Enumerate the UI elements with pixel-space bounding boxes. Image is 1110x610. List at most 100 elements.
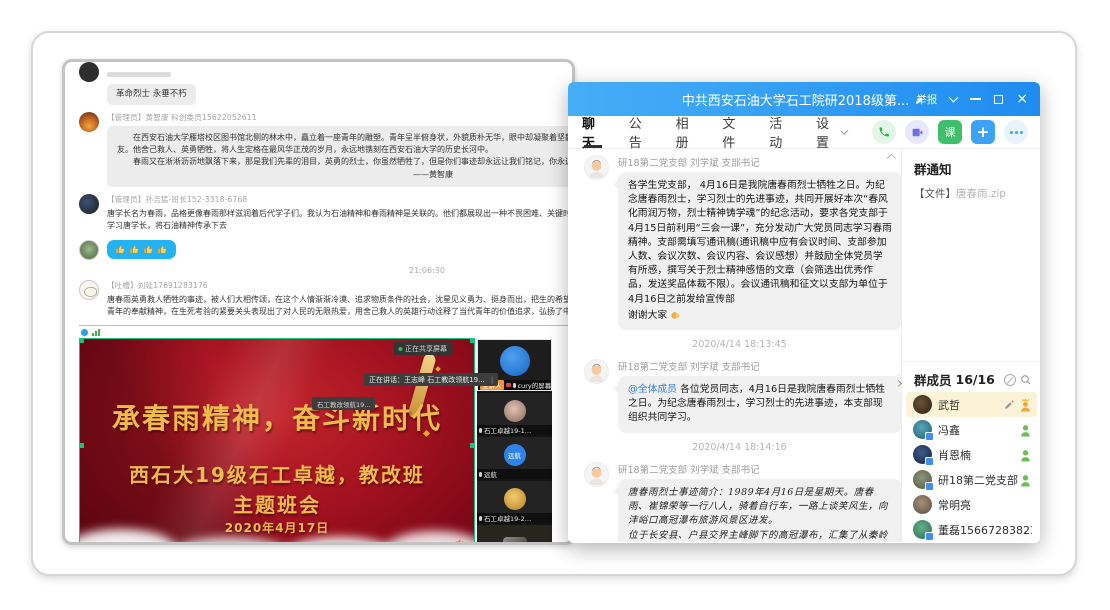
tab-activity[interactable]: 活动 (769, 116, 791, 148)
chat-message-area[interactable]: 研18第二党支部 刘学斌 支部书记 各学生党支部， 4月16日是我院唐春雨烈士牺… (568, 149, 901, 542)
members-label: 群成员 (914, 370, 952, 389)
speaking-tooltip: 正在讲话：王志峰 石工教改领航19... | (364, 373, 498, 386)
message-text: 唐春雨英勇救人牺牲的事迹，被人们大相传颂，在这个人情渐渐冷漠、追求物质条件的社会… (107, 294, 575, 319)
mute-all-icon[interactable] (1004, 374, 1016, 386)
group-notice-title: 群通知 (914, 159, 1032, 178)
speaking-tooltip-text: 正在讲话：王志峰 石工教改领航19... (369, 375, 485, 385)
participant-tile[interactable]: 石工卓越19-2… (477, 481, 552, 523)
speaker-icon (454, 537, 466, 545)
member-name: 肖恩楠 (938, 447, 1019, 463)
thumbs-up-icon (143, 244, 154, 255)
bubble-paragraph: 位于长安县、户县交界主峰脚下的高冠瀑布，汇集了从秦岭深处倾泻而出的股股溪流。在瀑… (628, 529, 892, 542)
group-class-button[interactable]: 课 (938, 120, 962, 144)
tab-files[interactable]: 文件 (722, 116, 744, 148)
avatar[interactable] (79, 240, 99, 260)
left-message-liuyan: 【吐槽】刘延17691283176 唐春雨英勇救人牺牲的事迹，被人们大相传颂，在… (77, 280, 575, 319)
tab-album[interactable]: 相册 (676, 116, 698, 148)
selection-handle (470, 339, 474, 343)
member-name: 研18第二党支部 (938, 472, 1019, 488)
participant-label: cury的屏幕共享 (518, 380, 552, 390)
timestamp: 2020/4/14 18:13:45 (578, 339, 901, 350)
left-chat-screenshot: 革命烈士 永垂不朽 【管理员】黄智康 科创委员15622052611 在西安石油… (62, 59, 575, 545)
new-chat-button[interactable]: + (971, 120, 995, 144)
tab-chat[interactable]: 聊天 (582, 116, 604, 148)
app-dot-icon (81, 329, 88, 336)
avatar[interactable] (79, 112, 99, 132)
illegible-name (107, 72, 171, 77)
participant-avatar (504, 488, 526, 510)
bubble-text: 各学生党支部， 4月16日是我院唐春雨烈士牺牲之日。为纪念唐春雨烈士，学习烈士的… (628, 179, 892, 307)
participant-tile[interactable]: 远航 远航 (477, 437, 552, 479)
speaker-name-text: 石工教改领航19... (317, 399, 370, 409)
member-row[interactable]: 常明亮 (906, 492, 1037, 517)
qq-message-2: 研18第二党支部 刘学斌 支部书记 @全体成员 各位党员同志，4月16日是我院唐… (578, 359, 901, 433)
qq-group-window: 中共西安石油大学石工院研2018级第... 举报 × 聊天 公告 相册 文件 活… (568, 82, 1040, 543)
participant-strip: 主讲人 cury的屏幕共享 石工卓越19-1… 远航 远航 (477, 339, 552, 545)
members-header: 群成员 16/16 (914, 370, 1032, 389)
left-message-huangzhikang: 【管理员】黄智康 科创委员15622052611 在西安石油大学雁塔校区图书馆北… (77, 112, 575, 187)
screen-share-banner: 正在共享屏幕 (393, 342, 452, 355)
screen-share-banner-text: 正在共享屏幕 (405, 344, 447, 354)
left-message-sunjimeng: 【管理员】孙吉猛-班长152-3318-6768 唐学长名为春雨，品格更像春雨那… (77, 194, 575, 233)
shared-slide: 承春雨精神，奋斗新时代 西石大19级石工卓越，教改班 主题班会 2020年4月1… (80, 339, 474, 545)
tab-announcement[interactable]: 公告 (629, 116, 651, 148)
group-sidebar: 群通知 【文件】唐春雨.zip 群成员 16/16 武哲 (901, 149, 1040, 542)
sidebar-divider (902, 361, 1040, 362)
avatar[interactable] (584, 155, 609, 180)
file-label: 【文件】 (914, 188, 956, 200)
chevron-down-icon[interactable] (949, 93, 959, 103)
member-name: 常明亮 (938, 497, 1032, 513)
avatar[interactable] (584, 359, 609, 384)
timestamp: 2020/4/14 18:14:16 (578, 442, 901, 453)
member-row[interactable]: 冯鑫 (906, 417, 1037, 442)
close-button[interactable]: × (1016, 92, 1028, 106)
member-name: 武哲 (938, 397, 1004, 413)
meeting-body: 承春雨精神，奋斗新时代 西石大19级石工卓越，教改班 主题班会 2020年4月1… (80, 339, 575, 545)
avatar[interactable] (79, 194, 99, 214)
participant-label: 石工卓越19-2… (484, 513, 531, 523)
chat-bubble: @全体成员 各位党员同志，4月16日是我院唐春雨烈士牺牲之日。为纪念唐春雨烈士，… (618, 376, 901, 433)
online-member-icon (1019, 423, 1032, 437)
voice-call-button[interactable] (872, 120, 896, 144)
participant-label: 石工卓越19-1… (484, 425, 531, 435)
sender-name: 研18第二党支部 刘学斌 支部书记 (618, 462, 901, 476)
tab-settings[interactable]: 设置 (816, 116, 847, 148)
more-button[interactable] (1004, 120, 1028, 144)
group-tab-bar: 聊天 公告 相册 文件 活动 设置 课 + (568, 116, 1040, 149)
sender-name: 【管理员】黄智康 科创委员15622052611 (107, 112, 575, 123)
member-row[interactable]: 肖恩楠 (906, 442, 1037, 467)
search-icon[interactable] (1020, 374, 1032, 386)
slide-subtitle2: 主题班会 (80, 489, 474, 518)
maximize-button[interactable] (994, 95, 1003, 104)
window-titlebar: 中共西安石油大学石工院研2018级第... 举报 × (568, 82, 1040, 116)
thumbs-up-icon (157, 244, 168, 255)
chat-bubble: 各学生党支部， 4月16日是我院唐春雨烈士牺牲之日。为纪念唐春雨烈士，学习烈士的… (618, 172, 901, 330)
file-name: 唐春雨.zip (956, 188, 1006, 200)
bubble-paragraph: 在西安石油大学雁塔校区图书馆北侧的林木中，矗立着一座青年的雕塑。青年呈半俯身状，… (117, 132, 575, 156)
selection-handle (470, 443, 474, 448)
report-button[interactable]: 举报 (916, 92, 937, 107)
mention-all[interactable]: @全体成员 (628, 384, 677, 395)
member-name: 冯鑫 (938, 422, 1019, 438)
members-count: 16/16 (956, 372, 995, 387)
signal-icon (92, 329, 100, 336)
edit-card-icon[interactable] (1004, 399, 1015, 410)
participant-avatar (504, 400, 526, 422)
avatar[interactable] (79, 280, 99, 300)
member-row[interactable]: 董磊15667283823 (906, 517, 1037, 542)
member-row[interactable]: 研18第二党支部 (906, 467, 1037, 492)
participant-avatar (500, 346, 530, 376)
avatar[interactable] (584, 462, 609, 487)
selection-handle (80, 339, 84, 343)
meeting-titlebar: 11:22 (77, 326, 575, 339)
member-list[interactable]: 武哲 冯鑫 肖恩楠 研18第二党支部 常明亮 董磊15667283823 何晓茹… (906, 392, 1037, 542)
minimize-button[interactable] (970, 98, 981, 100)
participant-tile[interactable]: 石工教改… (477, 525, 552, 545)
collapse-sidebar-handle[interactable] (896, 374, 902, 392)
participant-tile[interactable]: 石工卓越19-1… (477, 393, 552, 435)
slide-subtitle: 西石大19级石工卓越，教改班 (80, 459, 474, 488)
video-call-button[interactable] (905, 120, 929, 144)
member-row[interactable]: 武哲 (906, 392, 1037, 417)
message-text: 唐学长名为春雨，品格更像春雨那样滋润着后代学子们。我认为石油精神和春雨精神是关联… (107, 208, 575, 233)
group-notice-file[interactable]: 【文件】唐春雨.zip (914, 186, 1032, 201)
